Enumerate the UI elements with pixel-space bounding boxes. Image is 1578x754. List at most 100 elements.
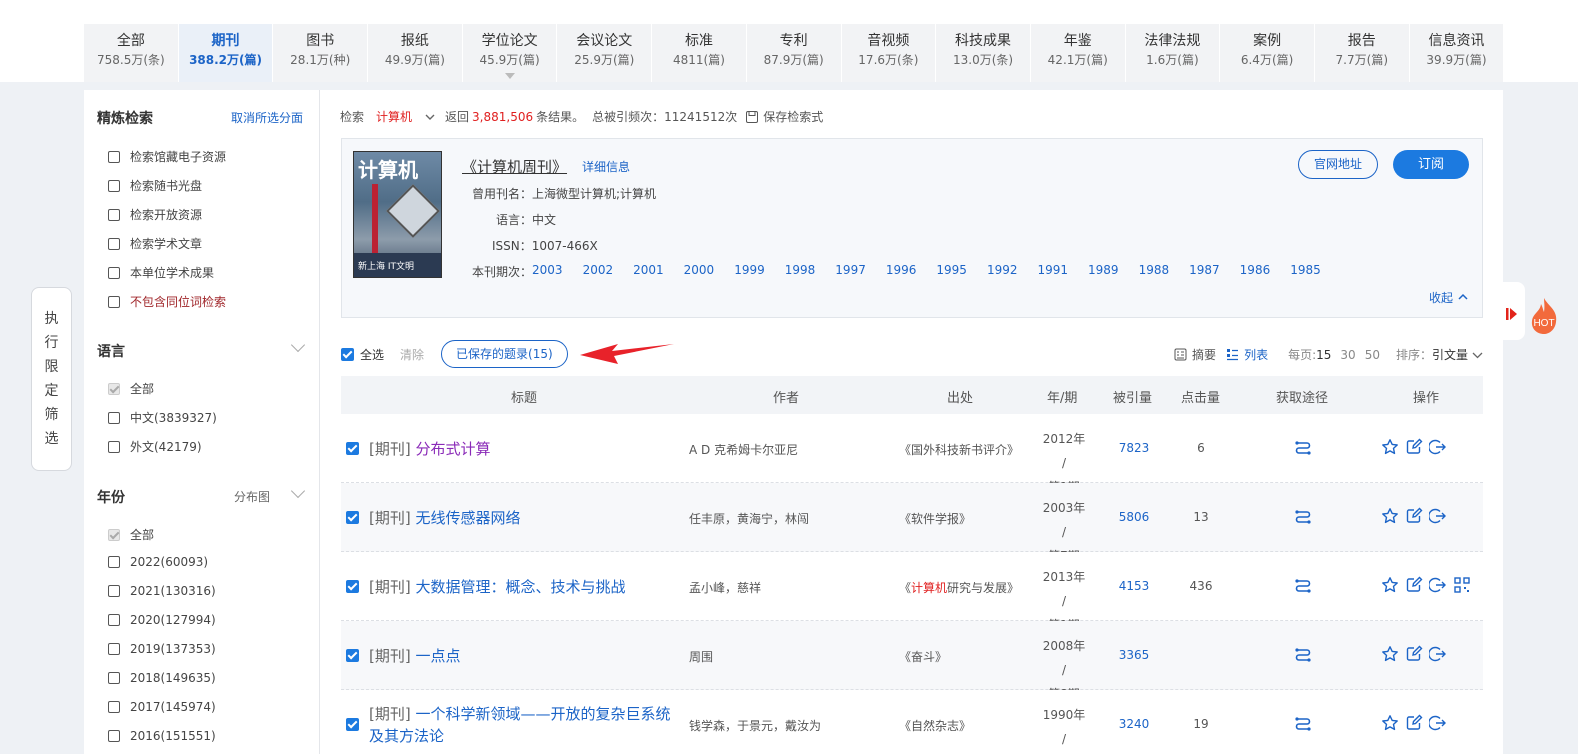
issue-year-link[interactable]: 2000 [684, 263, 715, 280]
row-checkbox[interactable] [346, 718, 359, 731]
tab-8[interactable]: 音视频 17.6万(条) [841, 24, 937, 82]
sort-select[interactable]: 引文量 [1432, 346, 1468, 363]
subscribe-button[interactable]: 订阅 [1393, 150, 1469, 179]
refine-opts-item[interactable]: 检索开放资源 [108, 206, 202, 223]
row-title-link[interactable]: 一个科学新领域——开放的复杂巨系统及其方法论 [369, 705, 671, 745]
row-access-route[interactable] [1294, 714, 1312, 735]
note-edit-icon[interactable] [1405, 714, 1423, 732]
journal-title-link[interactable]: 《计算机周刊》 [462, 156, 567, 177]
tab-1[interactable]: 期刊 388.2万(篇) [178, 24, 274, 82]
row-access-route[interactable] [1294, 507, 1312, 528]
issue-year-link[interactable]: 1999 [734, 263, 765, 280]
access-route-icon[interactable] [1294, 645, 1312, 663]
language-chevron-down-icon[interactable] [290, 337, 306, 353]
save-icon[interactable] [745, 110, 759, 124]
row-author[interactable]: 钱学森，于景元，戴汝为 [689, 717, 821, 734]
row-cited-count[interactable]: 3240 [1106, 717, 1162, 731]
select-all-label[interactable]: 全选 [360, 346, 384, 363]
row-cited-count[interactable]: 3365 [1106, 648, 1162, 662]
refine-opts-item[interactable]: 本单位学术成果 [108, 264, 214, 281]
row-source[interactable]: 《计算机研究与发展》 [899, 579, 1019, 596]
tab-0[interactable]: 全部 758.5万(条) [84, 24, 179, 82]
access-route-icon[interactable] [1294, 507, 1312, 525]
list-icon[interactable] [1226, 348, 1239, 361]
checkbox[interactable] [108, 701, 120, 713]
export-icon[interactable] [1429, 576, 1447, 594]
issue-year-link[interactable]: 1995 [936, 263, 967, 280]
year-opts-item[interactable]: 2017(145974) [108, 700, 216, 714]
tab-3[interactable]: 报纸 49.9万(篇) [368, 24, 463, 82]
note-edit-icon[interactable] [1405, 576, 1423, 594]
year-opts-item[interactable]: 2018(149635) [108, 671, 216, 685]
checkbox[interactable] [108, 585, 120, 597]
lang-opts-item[interactable]: 外文(42179) [108, 438, 202, 455]
row-title-link[interactable]: 分布式计算 [416, 440, 491, 458]
row-author[interactable]: 周围 [689, 648, 713, 665]
row-author[interactable]: 任丰原，黄海宁，林闯 [689, 510, 809, 527]
issue-year-link[interactable]: 1997 [835, 263, 866, 280]
journal-detail-link[interactable]: 详细信息 [582, 158, 630, 175]
tab-2[interactable]: 图书 28.1万(种) [273, 24, 369, 82]
collapse-link[interactable]: 收起 [1429, 289, 1469, 306]
issue-year-link[interactable]: 1989 [1088, 263, 1119, 280]
row-author[interactable]: 孟小峰，慈祥 [689, 579, 761, 596]
per-page-50[interactable]: 50 [1365, 348, 1380, 362]
star-icon[interactable] [1381, 714, 1399, 732]
tab-6[interactable]: 标准 4811(篇) [652, 24, 747, 82]
tab-13[interactable]: 报告 7.7万(篇) [1314, 24, 1410, 82]
tab-11[interactable]: 法律法规 1.6万(篇) [1125, 24, 1221, 82]
cancel-facets-link[interactable]: 取消所选分面 [231, 109, 303, 126]
apply-filter-side-tab[interactable]: 执行限定筛选 [31, 287, 72, 471]
note-edit-icon[interactable] [1405, 645, 1423, 663]
year-distribution-link[interactable]: 分布图 [234, 488, 270, 505]
year-opts-item[interactable]: 2022(60093) [108, 555, 208, 569]
checkbox[interactable] [108, 730, 120, 742]
collapse-float-icon[interactable] [1506, 307, 1518, 321]
refine-opts-item[interactable]: 检索随书光盘 [108, 177, 202, 194]
checkbox[interactable] [108, 208, 120, 221]
tab-7[interactable]: 专利 87.9万(篇) [746, 24, 842, 82]
checkbox[interactable] [108, 179, 120, 192]
issue-year-link[interactable]: 1992 [987, 263, 1018, 280]
export-icon[interactable] [1429, 438, 1447, 456]
access-route-icon[interactable] [1294, 576, 1312, 594]
year-opts-item[interactable]: 2016(151551) [108, 729, 216, 743]
row-access-route[interactable] [1294, 645, 1312, 666]
year-opts-item[interactable]: 2021(130316) [108, 584, 216, 598]
issue-year-link[interactable]: 1988 [1139, 263, 1170, 280]
checkbox[interactable] [108, 237, 120, 250]
row-cited-count[interactable]: 5806 [1106, 510, 1162, 524]
row-access-route[interactable] [1294, 438, 1312, 459]
sort-chevron-down-icon[interactable] [1472, 350, 1483, 360]
issue-year-link[interactable]: 1986 [1240, 263, 1271, 280]
clear-button[interactable]: 清除 [400, 346, 424, 363]
row-cited-count[interactable]: 4153 [1106, 579, 1162, 593]
checkbox[interactable] [108, 672, 120, 684]
row-checkbox[interactable] [346, 649, 359, 662]
access-route-icon[interactable] [1294, 714, 1312, 732]
checkbox[interactable] [108, 295, 120, 308]
issue-year-link[interactable]: 2002 [583, 263, 614, 280]
year-opts-item[interactable]: 全部 [108, 526, 154, 543]
per-page-15[interactable]: 15 [1316, 348, 1331, 362]
row-title-link[interactable]: 一点点 [416, 647, 461, 665]
note-edit-icon[interactable] [1405, 438, 1423, 456]
access-route-icon[interactable] [1294, 438, 1312, 456]
issue-year-link[interactable]: 1985 [1290, 263, 1321, 280]
refine-opts-item[interactable]: 检索学术文章 [108, 235, 202, 252]
export-icon[interactable] [1429, 714, 1447, 732]
abstract-view-button[interactable]: 摘要 [1192, 346, 1216, 363]
per-page-30[interactable]: 30 [1340, 348, 1355, 362]
saved-records-button[interactable]: 已保存的题录(15) [441, 340, 568, 368]
export-icon[interactable] [1429, 507, 1447, 525]
refine-opts-item[interactable]: 检索馆藏电子资源 [108, 148, 226, 165]
lang-opts-item[interactable]: 全部 [108, 380, 154, 397]
tab-5[interactable]: 会议论文 25.9万(篇) [557, 24, 653, 82]
official-site-button[interactable]: 官网地址 [1298, 150, 1378, 179]
issue-year-link[interactable]: 1991 [1037, 263, 1068, 280]
star-icon[interactable] [1381, 507, 1399, 525]
row-checkbox[interactable] [346, 442, 359, 455]
star-icon[interactable] [1381, 576, 1399, 594]
list-view-button[interactable]: 列表 [1244, 346, 1268, 363]
issue-year-link[interactable]: 1987 [1189, 263, 1220, 280]
